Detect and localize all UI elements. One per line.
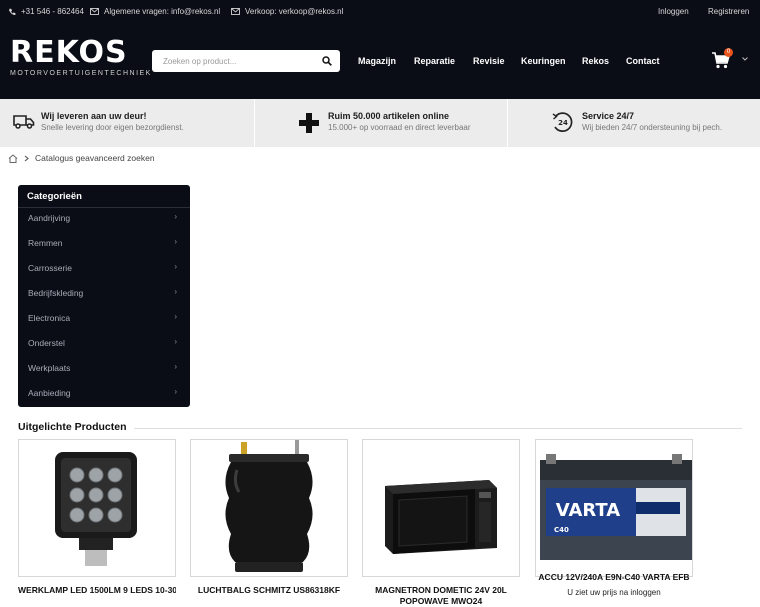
chevron-right-icon: › xyxy=(174,287,177,296)
usp-delivery-title: Wij leveren aan uw deur! xyxy=(41,111,147,121)
usp-service-title: Service 24/7 xyxy=(582,111,635,121)
category-label: Carrosserie xyxy=(28,263,72,273)
category-label: Electronica xyxy=(28,313,71,323)
chevron-right-icon: › xyxy=(174,362,177,371)
nav-magazijn[interactable]: Magazijn xyxy=(358,56,396,66)
login-label: Inloggen xyxy=(658,7,689,16)
nav-reparatie[interactable]: Reparatie xyxy=(414,56,455,66)
breadcrumb: Catalogus geavanceerd zoeken xyxy=(8,153,155,163)
usp-articles: Ruim 50.000 artikelen online 15.000+ op … xyxy=(255,99,507,147)
register-label: Registreren xyxy=(708,7,750,16)
product-card-accu[interactable]: VARTA C40 xyxy=(535,439,693,577)
category-label: Aandrijving xyxy=(28,213,71,223)
usp-service: 24 Service 24/7 Wij bieden 24/7 onderste… xyxy=(508,99,760,147)
usp-articles-sub: 15.000+ op voorraad en direct leverbaar xyxy=(328,123,471,132)
cart-button[interactable]: 0 xyxy=(712,48,733,74)
product-name[interactable]: LUCHTBALG SCHMITZ US86318KF xyxy=(190,585,348,596)
category-menu-title: Categorieën xyxy=(27,191,82,202)
usp-delivery-sub: Snelle levering door eigen bezorgdienst. xyxy=(41,123,184,132)
category-bedrijfskleding[interactable]: Bedrijfskleding › xyxy=(18,282,190,307)
chevron-right-icon xyxy=(24,155,29,161)
chevron-right-icon: › xyxy=(174,312,177,321)
search-box xyxy=(152,50,340,72)
logo[interactable]: REKOS MOTORVOERTUIGENTECHNIEK xyxy=(10,35,152,78)
category-aandrijving[interactable]: Aandrijving › xyxy=(18,207,190,232)
category-label: Remmen xyxy=(28,238,63,248)
product-image xyxy=(55,452,137,566)
category-aanbieding[interactable]: Aanbieding › xyxy=(18,382,190,407)
category-menu: Categorieën Aandrijving › Remmen › Carross… xyxy=(18,185,190,407)
category-label: Onderstel xyxy=(28,338,65,348)
product-image xyxy=(225,440,313,572)
product-card-magnetron[interactable] xyxy=(362,439,520,577)
phone-icon xyxy=(9,8,16,15)
brand-text: VARTA xyxy=(556,500,621,521)
sales-email-link[interactable]: Verkoop: verkoop@rekos.nl xyxy=(231,7,343,16)
category-onderstel[interactable]: Onderstel › xyxy=(18,332,190,357)
general-email-text: Algemene vragen: info@rekos.nl xyxy=(104,7,221,16)
usp-service-sub: Wij bieden 24/7 ondersteuning bij pech. xyxy=(582,123,723,132)
mail-icon xyxy=(90,8,99,15)
category-carrosserie[interactable]: Carrosserie › xyxy=(18,257,190,282)
phone-link[interactable]: +31 546 - 862464 xyxy=(8,7,84,16)
divider xyxy=(134,428,742,429)
chevron-right-icon: › xyxy=(174,212,177,221)
product-name[interactable]: WERKLAMP LED 1500LM 9 LEDS 10-30V xyxy=(18,585,176,596)
product-name[interactable]: ACCU 12V/240A E9N-C40 VARTA EFB xyxy=(535,572,693,583)
nav-revisie[interactable]: Revisie xyxy=(473,56,505,66)
general-email-link[interactable]: Algemene vragen: info@rekos.nl xyxy=(90,7,220,16)
battery-code: C40 xyxy=(554,526,569,534)
24h-service-icon: 24 xyxy=(552,112,573,132)
delivery-truck-icon xyxy=(13,115,35,129)
main-header: REKOS MOTORVOERTUIGENTECHNIEK Magazijn R… xyxy=(0,24,760,99)
usp-articles-title: Ruim 50.000 artikelen online xyxy=(328,111,450,121)
usp-bar: Wij leveren aan uw deur! Snelle levering… xyxy=(0,99,760,147)
home-icon[interactable] xyxy=(8,153,18,163)
sales-email-text: Verkoop: verkoop@rekos.nl xyxy=(245,7,344,16)
product-name-line2: POPOWAVE MWO24 xyxy=(399,596,483,606)
chevron-right-icon: › xyxy=(174,237,177,246)
usp-delivery: Wij leveren aan uw deur! Snelle levering… xyxy=(0,99,254,147)
logo-tagline: MOTORVOERTUIGENTECHNIEK xyxy=(10,70,152,77)
svg-text:24: 24 xyxy=(558,119,568,127)
mail-icon xyxy=(231,8,240,15)
phone-text: +31 546 - 862464 xyxy=(21,7,84,16)
login-price-note: U ziet uw prijs na inloggen xyxy=(567,588,661,597)
category-werkplaats[interactable]: Werkplaats › xyxy=(18,357,190,382)
top-bar: +31 546 - 862464 Algemene vragen: info@r… xyxy=(0,0,760,24)
category-remmen[interactable]: Remmen › xyxy=(18,232,190,257)
product-card-werklamp[interactable] xyxy=(18,439,176,577)
nav-rekos[interactable]: Rekos xyxy=(582,56,609,66)
nav-keuringen[interactable]: Keuringen xyxy=(521,56,566,66)
breadcrumb-current[interactable]: Catalogus geavanceerd zoeken xyxy=(35,153,155,163)
category-electronica[interactable]: Electronica › xyxy=(18,307,190,332)
category-label: Werkplaats xyxy=(28,363,71,373)
category-label: Aanbieding xyxy=(28,388,71,398)
chevron-down-icon[interactable] xyxy=(742,57,748,61)
product-image xyxy=(385,480,497,554)
chevron-right-icon: › xyxy=(174,387,177,396)
login-link[interactable]: Inloggen xyxy=(658,7,689,16)
chevron-right-icon: › xyxy=(174,262,177,271)
search-input[interactable] xyxy=(152,50,312,72)
chevron-right-icon: › xyxy=(174,337,177,346)
product-name[interactable]: MAGNETRON DOMETIC 24V 20L xyxy=(362,585,520,596)
nav-contact[interactable]: Contact xyxy=(626,56,660,66)
cart-count-badge: 0 xyxy=(724,48,733,57)
product-card-luchtbalg[interactable] xyxy=(190,439,348,577)
logo-name: REKOS xyxy=(10,35,128,70)
search-icon[interactable] xyxy=(322,56,332,66)
register-link[interactable]: Registreren xyxy=(708,7,749,16)
plus-icon xyxy=(299,113,319,133)
featured-title: Uitgelichte Producten xyxy=(18,421,127,433)
product-image: VARTA C40 xyxy=(540,454,692,560)
category-label: Bedrijfskleding xyxy=(28,288,84,298)
